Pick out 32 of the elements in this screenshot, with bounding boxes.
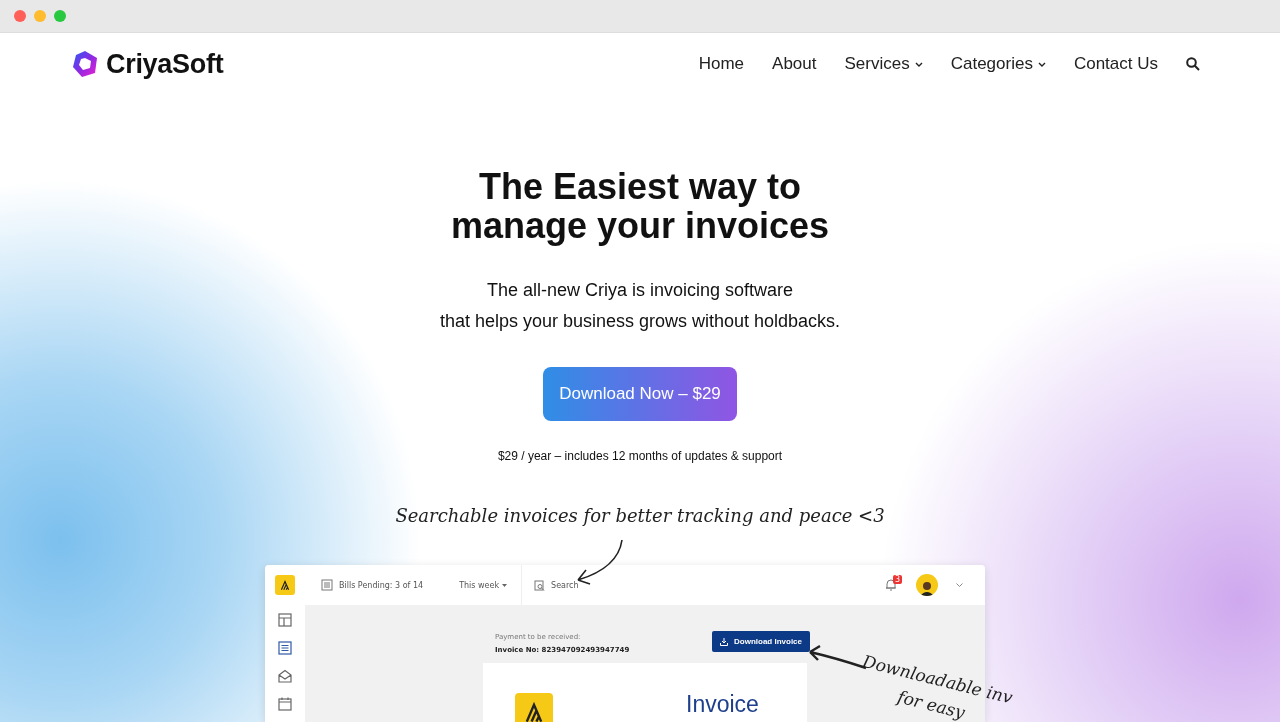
search-icon	[534, 579, 546, 591]
invoice-title: Invoice	[686, 691, 759, 717]
nav-link[interactable]: Contact Us	[1073, 54, 1158, 74]
envelope-icon[interactable]	[278, 669, 292, 683]
pricing-note: $29 / year – includes 12 months of updates & support	[497, 449, 783, 463]
document-icon[interactable]	[278, 641, 292, 655]
hero-subtitle: The all-new Criya is invoicing software that helps your business grows without holdbacks.	[439, 279, 841, 333]
notification-badge: 3	[892, 575, 902, 584]
nav-link[interactable]: Categories	[950, 54, 1046, 74]
nav-link[interactable]: Services	[844, 54, 923, 74]
handwritten-caption: Searchable invoices for better tracking and peace <3	[395, 505, 885, 526]
hero-title: The Easiest way to manage your invoices	[450, 167, 830, 245]
app-logo-icon	[275, 575, 295, 595]
document-icon	[321, 579, 333, 591]
app-logo-icon	[515, 693, 553, 722]
nav-link[interactable]: Home	[698, 54, 745, 74]
brand-name[interactable]: CriyaSoft	[106, 48, 224, 80]
avatar-icon[interactable]	[916, 574, 938, 596]
download-button[interactable]: Download Now – $29	[543, 367, 737, 421]
close-window-button[interactable]	[14, 10, 26, 22]
layout-icon[interactable]	[278, 613, 292, 627]
period-dropdown[interactable]: This week	[439, 565, 523, 605]
chevron-down-icon[interactable]	[956, 583, 963, 587]
download-icon	[720, 637, 728, 646]
calendar-icon[interactable]	[278, 697, 292, 711]
search-icon[interactable]	[1186, 57, 1200, 71]
caret-icon	[502, 583, 508, 587]
search-field[interactable]: Search	[522, 579, 579, 591]
nav-link[interactable]: About	[772, 54, 817, 74]
download-invoice-button[interactable]: Download Invoice	[712, 631, 810, 652]
bills-pending-label: Bills Pending: 3 of 14	[339, 580, 424, 590]
logo-icon[interactable]	[70, 49, 100, 79]
